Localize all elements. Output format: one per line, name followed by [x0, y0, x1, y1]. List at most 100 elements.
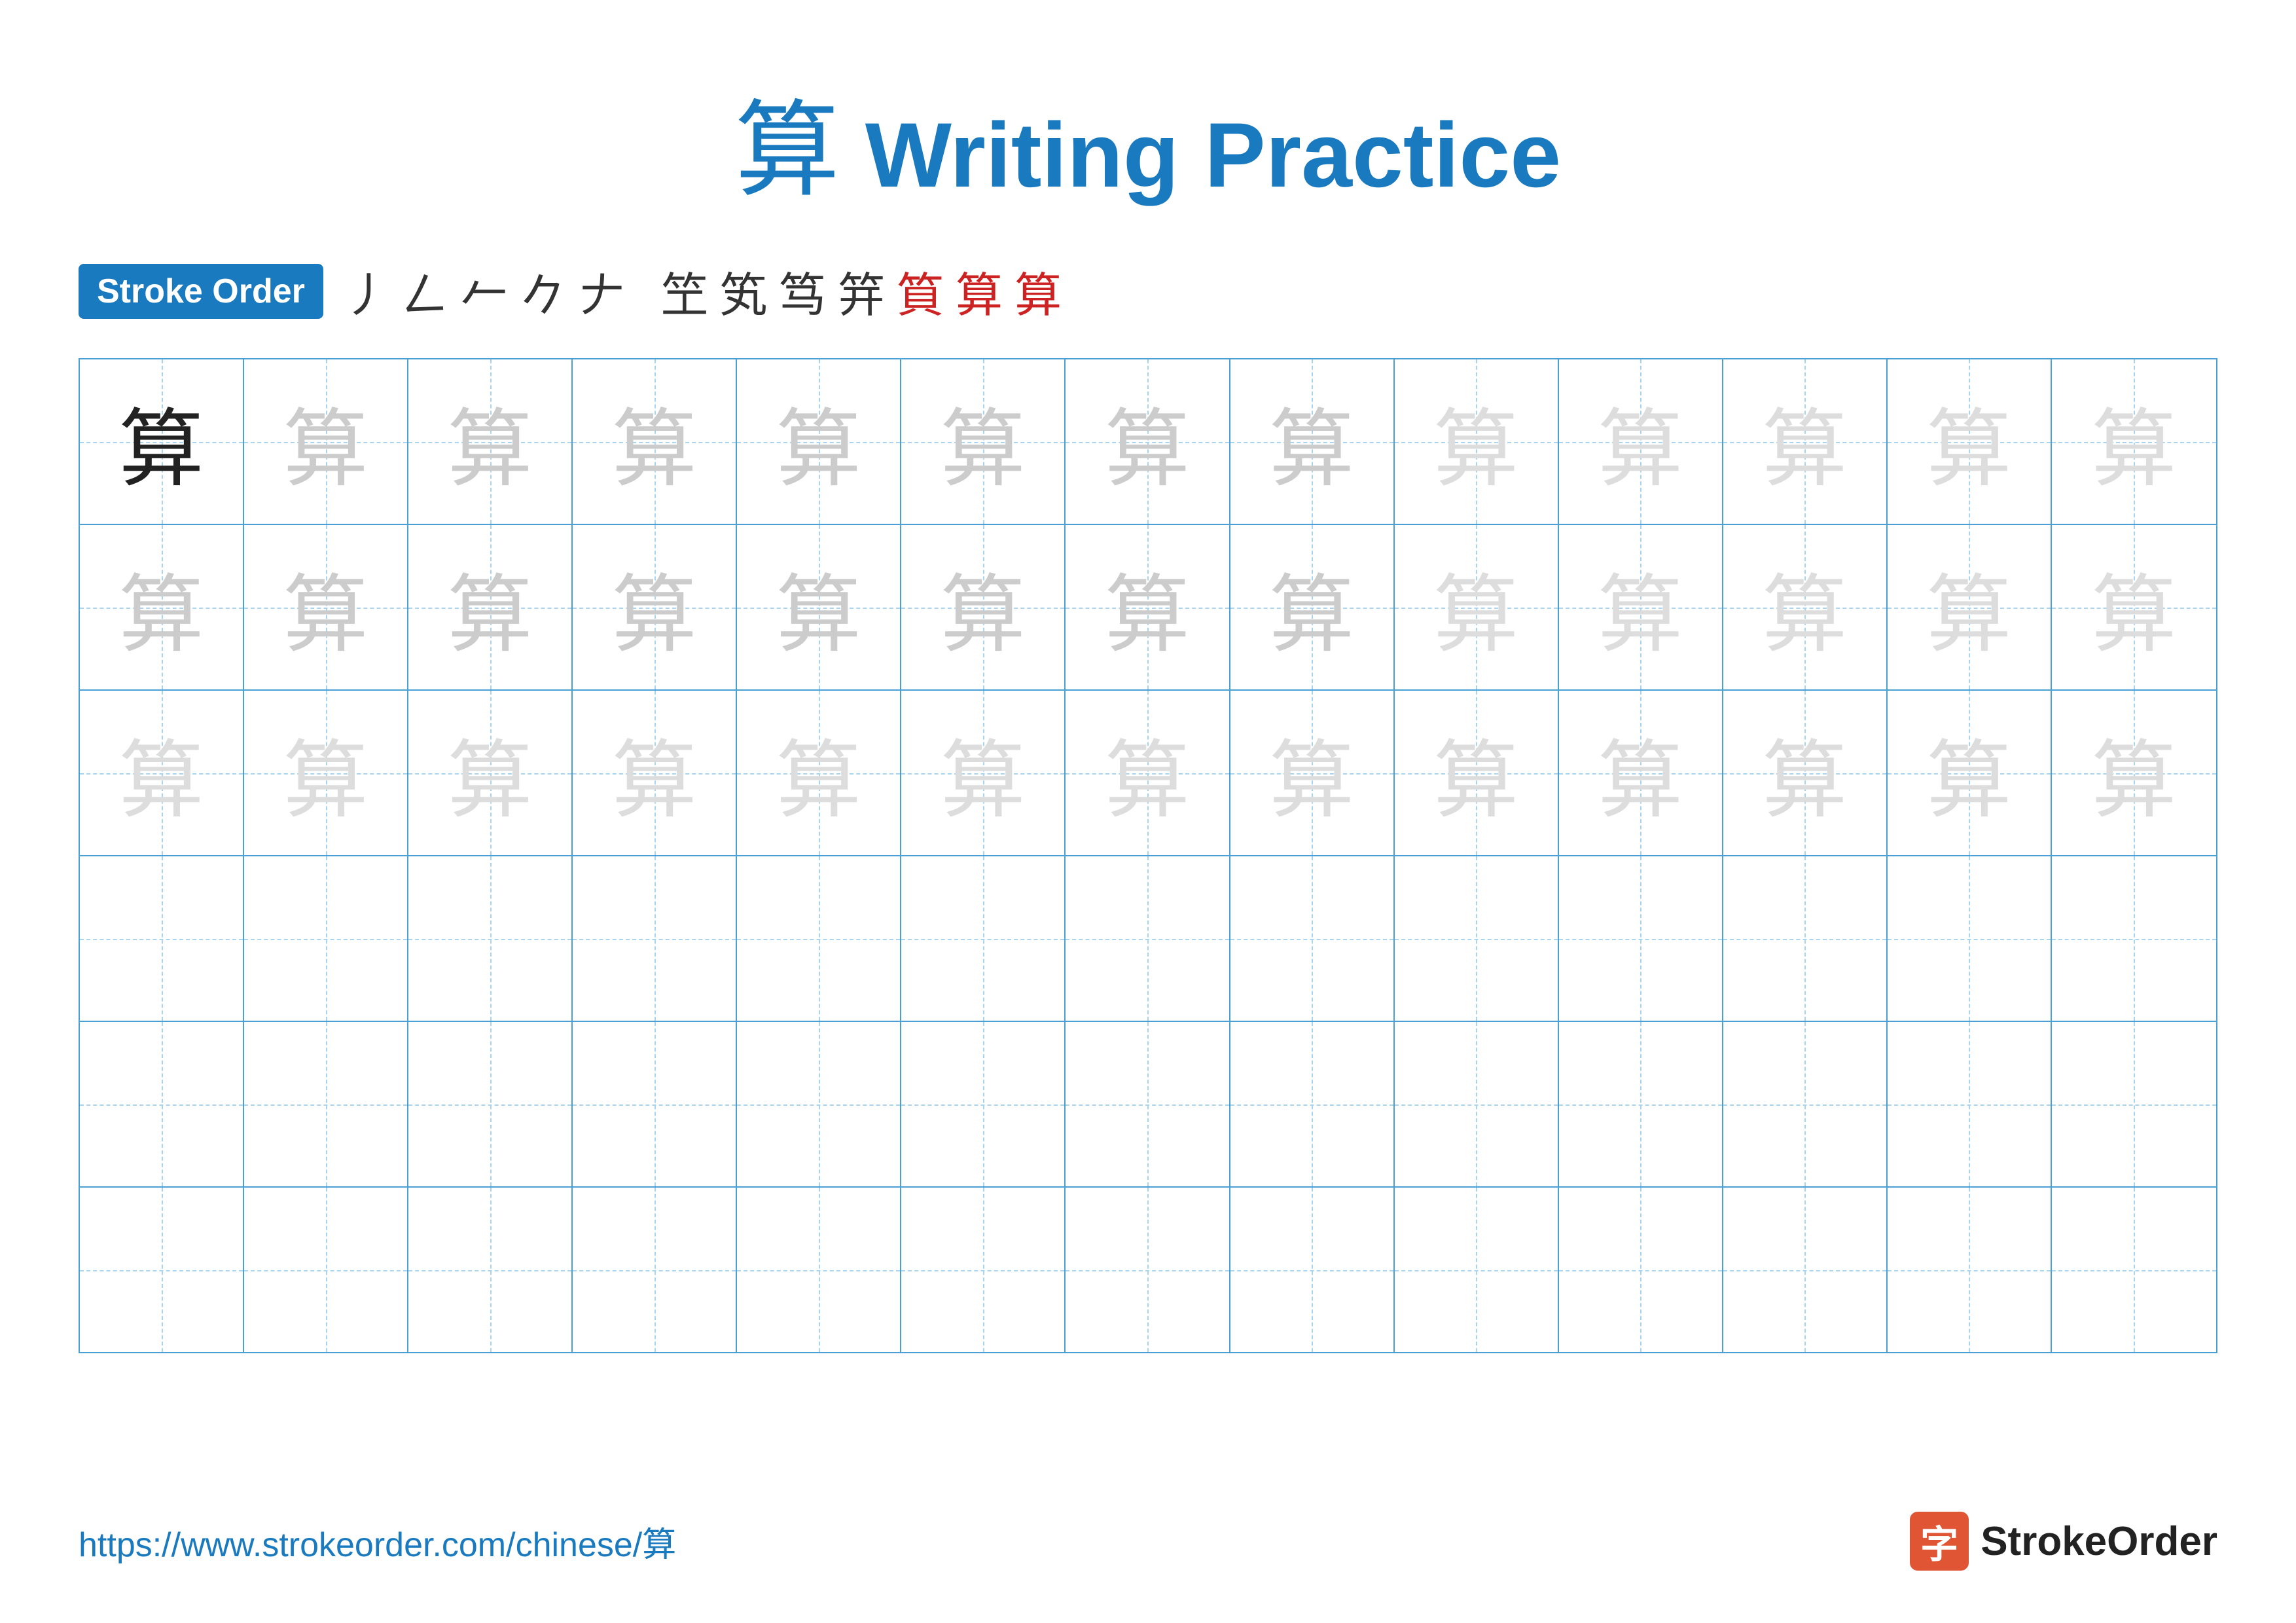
grid-cell-3-11[interactable]: 算 [1723, 691, 1888, 855]
grid-cell-5-13[interactable] [2052, 1022, 2216, 1186]
grid-cell-1-4[interactable]: 算 [573, 359, 737, 524]
grid-cell-1-10[interactable]: 算 [1559, 359, 1723, 524]
grid-cell-3-8[interactable]: 算 [1230, 691, 1395, 855]
grid-cell-3-6[interactable]: 算 [901, 691, 1066, 855]
grid-cell-4-5[interactable] [737, 856, 901, 1021]
grid-cell-2-6[interactable]: 算 [901, 525, 1066, 689]
grid-cell-5-6[interactable] [901, 1022, 1066, 1186]
grid-cell-5-5[interactable] [737, 1022, 901, 1186]
grid-cell-3-13[interactable]: 算 [2052, 691, 2216, 855]
grid-cell-2-3[interactable]: 算 [408, 525, 573, 689]
grid-cell-5-11[interactable] [1723, 1022, 1888, 1186]
grid-cell-4-13[interactable] [2052, 856, 2216, 1021]
grid-cell-6-5[interactable] [737, 1188, 901, 1352]
grid-cell-1-7[interactable]: 算 [1066, 359, 1230, 524]
grid-cell-2-11[interactable]: 算 [1723, 525, 1888, 689]
grid-cell-5-7[interactable] [1066, 1022, 1230, 1186]
practice-char: 算 [1269, 546, 1354, 669]
practice-char: 算 [2091, 380, 2176, 503]
grid-cell-5-10[interactable] [1559, 1022, 1723, 1186]
grid-cell-2-10[interactable]: 算 [1559, 525, 1723, 689]
practice-char: 算 [612, 712, 697, 835]
grid-cell-1-13[interactable]: 算 [2052, 359, 2216, 524]
grid-cell-2-1[interactable]: 算 [80, 525, 244, 689]
grid-cell-6-2[interactable] [244, 1188, 408, 1352]
grid-cell-1-8[interactable]: 算 [1230, 359, 1395, 524]
grid-cell-3-10[interactable]: 算 [1559, 691, 1723, 855]
grid-cell-4-9[interactable] [1395, 856, 1559, 1021]
practice-char: 算 [283, 380, 368, 503]
practice-char: 算 [1598, 380, 1683, 503]
stroke-step-2: 𠃋 [402, 257, 449, 325]
grid-cell-6-8[interactable] [1230, 1188, 1395, 1352]
grid-cell-1-1[interactable]: 算 [80, 359, 244, 524]
grid-cell-1-3[interactable]: 算 [408, 359, 573, 524]
grid-cell-1-5[interactable]: 算 [737, 359, 901, 524]
grid-cell-3-3[interactable]: 算 [408, 691, 573, 855]
grid-cell-6-4[interactable] [573, 1188, 737, 1352]
stroke-step-12: 筫 [897, 257, 944, 325]
grid-cell-3-5[interactable]: 算 [737, 691, 901, 855]
grid-cell-5-12[interactable] [1888, 1022, 2052, 1186]
practice-char: 算 [2091, 712, 2176, 835]
grid-cell-4-6[interactable] [901, 856, 1066, 1021]
grid-cell-1-12[interactable]: 算 [1888, 359, 2052, 524]
footer-url[interactable]: https://www.strokeorder.com/chinese/算 [79, 1517, 676, 1566]
grid-cell-5-3[interactable] [408, 1022, 573, 1186]
grid-cell-4-8[interactable] [1230, 856, 1395, 1021]
grid-cell-6-1[interactable] [80, 1188, 244, 1352]
grid-cell-3-7[interactable]: 算 [1066, 691, 1230, 855]
grid-cell-5-9[interactable] [1395, 1022, 1559, 1186]
grid-cell-6-11[interactable] [1723, 1188, 1888, 1352]
stroke-step-14: 算 [1014, 257, 1062, 325]
grid-cell-1-6[interactable]: 算 [901, 359, 1066, 524]
grid-cell-1-2[interactable]: 算 [244, 359, 408, 524]
grid-cell-5-2[interactable] [244, 1022, 408, 1186]
grid-cell-5-8[interactable] [1230, 1022, 1395, 1186]
grid-cell-4-10[interactable] [1559, 856, 1723, 1021]
grid-cell-2-4[interactable]: 算 [573, 525, 737, 689]
grid-cell-2-2[interactable]: 算 [244, 525, 408, 689]
grid-cell-3-1[interactable]: 算 [80, 691, 244, 855]
grid-cell-6-3[interactable] [408, 1188, 573, 1352]
practice-char: 算 [1105, 712, 1190, 835]
grid-cell-6-7[interactable] [1066, 1188, 1230, 1352]
strokeorder-logo-icon: 字 [1910, 1512, 1969, 1571]
grid-cell-4-7[interactable] [1066, 856, 1230, 1021]
grid-cell-2-7[interactable]: 算 [1066, 525, 1230, 689]
grid-cell-2-13[interactable]: 算 [2052, 525, 2216, 689]
grid-cell-2-9[interactable]: 算 [1395, 525, 1559, 689]
grid-cell-1-11[interactable]: 算 [1723, 359, 1888, 524]
grid-row-1: 算 算 算 算 算 算 算 算 算 算 算 算 算 [80, 359, 2216, 525]
grid-cell-6-13[interactable] [2052, 1188, 2216, 1352]
grid-cell-3-4[interactable]: 算 [573, 691, 737, 855]
grid-cell-3-12[interactable]: 算 [1888, 691, 2052, 855]
grid-cell-2-12[interactable]: 算 [1888, 525, 2052, 689]
grid-cell-6-10[interactable] [1559, 1188, 1723, 1352]
practice-char: 算 [1762, 712, 1847, 835]
grid-cell-4-2[interactable] [244, 856, 408, 1021]
grid-cell-5-1[interactable] [80, 1022, 244, 1186]
stroke-step-10: 笃 [779, 257, 826, 325]
grid-cell-6-6[interactable] [901, 1188, 1066, 1352]
grid-cell-3-2[interactable]: 算 [244, 691, 408, 855]
practice-char: 算 [1762, 546, 1847, 669]
grid-cell-4-12[interactable] [1888, 856, 2052, 1021]
practice-char: 算 [776, 380, 861, 503]
grid-cell-2-8[interactable]: 算 [1230, 525, 1395, 689]
page: 算 Writing Practice Stroke Order 丿 𠃋 𠂉 𠂊 … [0, 0, 2296, 1623]
grid-cell-2-5[interactable]: 算 [737, 525, 901, 689]
grid-cell-3-9[interactable]: 算 [1395, 691, 1559, 855]
title-character: 算 [735, 93, 840, 210]
grid-cell-6-9[interactable] [1395, 1188, 1559, 1352]
grid-cell-4-3[interactable] [408, 856, 573, 1021]
grid-cell-4-11[interactable] [1723, 856, 1888, 1021]
grid-cell-6-12[interactable] [1888, 1188, 2052, 1352]
practice-char: 算 [1926, 712, 2011, 835]
practice-char: 算 [776, 546, 861, 669]
grid-cell-4-1[interactable] [80, 856, 244, 1021]
grid-cell-4-4[interactable] [573, 856, 737, 1021]
practice-char: 算 [1926, 380, 2011, 503]
grid-cell-5-4[interactable] [573, 1022, 737, 1186]
grid-cell-1-9[interactable]: 算 [1395, 359, 1559, 524]
